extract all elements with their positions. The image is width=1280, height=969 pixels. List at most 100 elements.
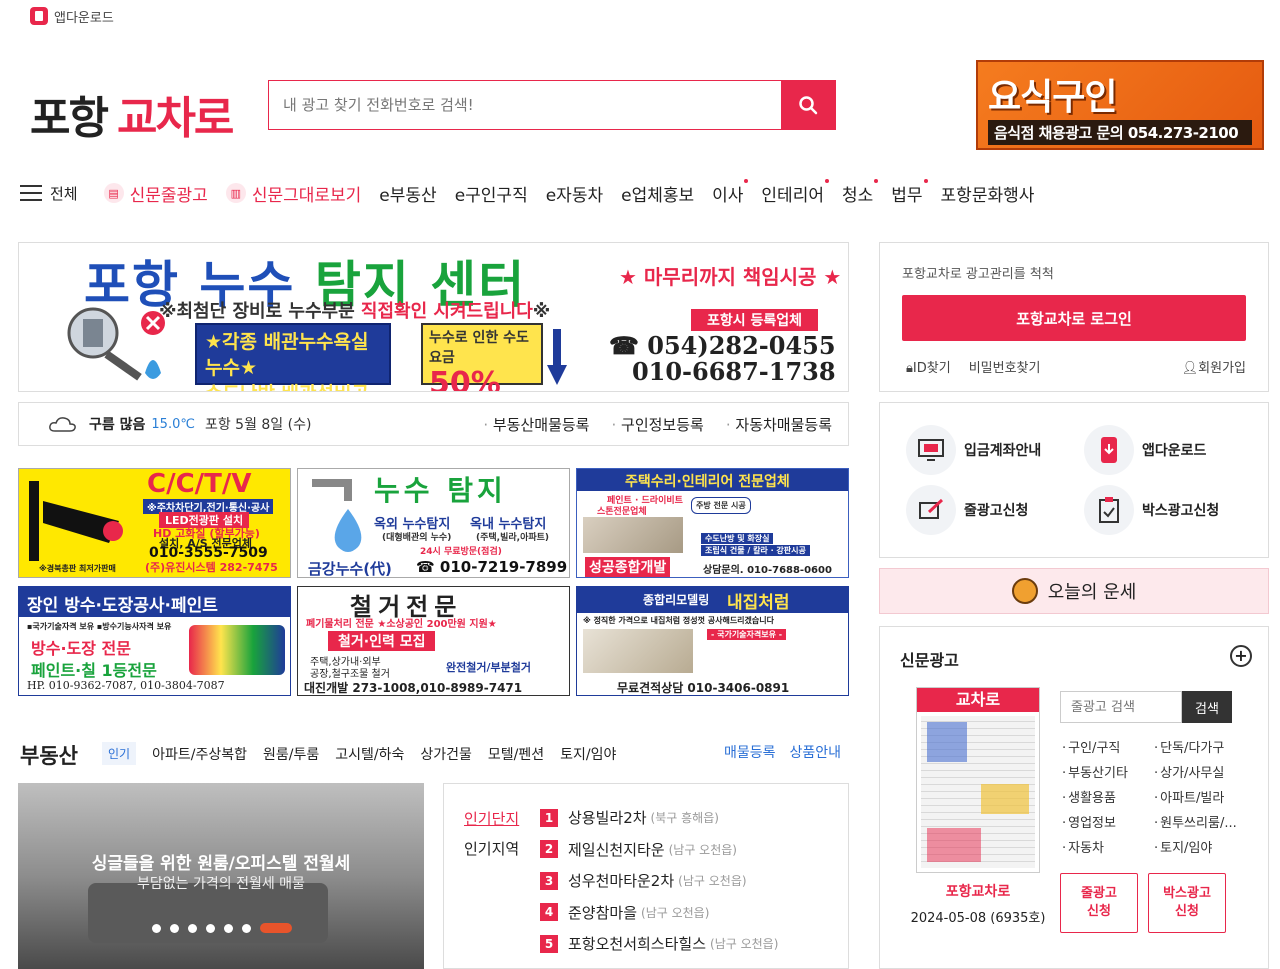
slider-dot[interactable] bbox=[170, 923, 179, 933]
edit-icon bbox=[906, 485, 956, 535]
top-banner-ad[interactable]: 요식구인 음식점 채용광고 문의 054.273-2100 bbox=[976, 60, 1264, 150]
tab-apartment[interactable]: 아파트/주상복합 bbox=[152, 744, 247, 764]
list-item[interactable]: 2 제일신천지타운 (남구 오천읍) bbox=[540, 834, 778, 866]
ad-demolition-line5: 공장,철구조물 철거 bbox=[310, 669, 390, 680]
find-id-link[interactable]: 🔒︎ID찾기 bbox=[906, 357, 951, 376]
slider-dot[interactable] bbox=[224, 923, 233, 933]
category-link[interactable]: 부동산기타 bbox=[1062, 762, 1154, 781]
tab-motel[interactable]: 모텔/펜션 bbox=[488, 744, 544, 764]
nav-item-cars[interactable]: e자동차 bbox=[546, 181, 603, 206]
line-ad-search-input[interactable] bbox=[1060, 691, 1182, 723]
category-link[interactable]: 원투쓰리룸/... bbox=[1154, 812, 1246, 831]
nav-item-business[interactable]: e업체홍보 bbox=[621, 181, 694, 206]
today-fortune-link[interactable]: 오늘의 운세 bbox=[879, 568, 1269, 614]
sub-c: ※ bbox=[532, 301, 551, 322]
rank-badge: 5 bbox=[540, 934, 558, 953]
logo-part2: 교차로 bbox=[116, 93, 234, 144]
join-link[interactable]: 👤︎회원가입 bbox=[1182, 357, 1246, 376]
nav-all-menu[interactable]: 전체 bbox=[20, 183, 78, 204]
category-link[interactable]: 생활용품 bbox=[1062, 787, 1154, 806]
weather-condition: 구름 많음 bbox=[89, 417, 146, 433]
listing-register-link[interactable]: 매물등록 bbox=[724, 742, 776, 762]
category-link[interactable]: 영업정보 bbox=[1062, 812, 1154, 831]
nav-newspaper-line-ads[interactable]: ▤ 신문줄광고 bbox=[103, 181, 208, 206]
tab-popular-region[interactable]: 인기지역 bbox=[464, 834, 519, 864]
thumbnail-block bbox=[927, 722, 967, 762]
category-link[interactable]: 단독/다가구 bbox=[1154, 737, 1246, 756]
plus-icon[interactable]: + bbox=[1230, 645, 1252, 667]
ad-leak-company: 금강누수(代) bbox=[308, 560, 392, 578]
ad-leak-detection[interactable]: 누수 탐지 옥외 누수탐지 옥내 누수탐지 (대형배관의 누수) (주택,빌라,… bbox=[297, 468, 570, 578]
line-ad-apply-button[interactable]: 줄광고 신청 bbox=[1060, 873, 1138, 933]
slider-dot[interactable] bbox=[206, 923, 215, 933]
nav-newspaper-view[interactable]: ▥ 신문그대로보기 bbox=[225, 181, 361, 206]
find-password-link[interactable]: 비밀번호찾기 bbox=[969, 357, 1041, 376]
app-download-link[interactable]: 앱다운로드 bbox=[30, 6, 114, 26]
ad-cctv-title: C/C/T/V bbox=[147, 469, 252, 499]
list-item[interactable]: 5 포항오천서희스타힐스 (남구 오천읍) bbox=[540, 928, 778, 960]
arrow-down-icon bbox=[547, 329, 567, 385]
water-drop-icon bbox=[312, 479, 362, 552]
nav-item-realestate[interactable]: e부동산 bbox=[379, 181, 436, 206]
popular-complex-panel: 인기단지 인기지역 1 상용빌라2차 (북구 흥해읍) 2 제일신천지타운 (남구 오천… bbox=[443, 783, 849, 969]
line-ad-search-button[interactable]: 검색 bbox=[1182, 691, 1232, 723]
tab-goshitel[interactable]: 고시텔/하숙 bbox=[335, 744, 404, 764]
register-realestate-link[interactable]: 부동산매물등록 bbox=[483, 414, 590, 435]
main-banner-ad[interactable]: 포항 누수 탐지 센터 ★ 마무리까지 책임시공 ★ ※최첨단 장비로 누수부분… bbox=[18, 242, 849, 392]
quick-deposit-account[interactable]: 입금계좌안내 bbox=[906, 425, 1041, 475]
quick-app-download[interactable]: 앱다운로드 bbox=[1084, 425, 1206, 475]
register-links: 부동산매물등록 구인정보등록 자동차매물등록 bbox=[483, 414, 832, 435]
tab-land[interactable]: 토지/임야 bbox=[560, 744, 616, 764]
ad-waterproof-phone: HP. 010-9362-7087, 010-3804-7087 bbox=[27, 679, 225, 692]
main-banner-phone: ☎ 054)282-0455 010-6687-1738 bbox=[609, 333, 836, 385]
main-banner-box1: ★각종 배관누수욕실누수★ 수도난방 배관설비공사 전문 bbox=[195, 323, 391, 391]
box-ad-apply-button[interactable]: 박스광고 신청 bbox=[1148, 873, 1226, 933]
nav-item-legal[interactable]: 법무 bbox=[891, 178, 928, 206]
tab-popular[interactable]: 인기 bbox=[102, 742, 137, 765]
register-job-link[interactable]: 구인정보등록 bbox=[611, 414, 704, 435]
lock-icon: 🔒︎ bbox=[906, 361, 913, 376]
site-logo[interactable]: 포항 교차로 bbox=[30, 82, 234, 146]
realestate-promo-slider[interactable]: 싱글들을 위한 원룸/오피스텔 전월세 부담없는 가격의 전월세 매물 bbox=[18, 783, 424, 969]
list-item[interactable]: 3 성우천마타운2차 (남구 오천읍) bbox=[540, 865, 778, 897]
search-input[interactable] bbox=[269, 81, 781, 129]
ad-remodeling[interactable]: 종합리모델링 내집처럼 ※ 정직한 가격으로 내집처럼 정성껏 공사해드리겠습니… bbox=[576, 586, 849, 696]
category-link[interactable]: 토지/임야 bbox=[1154, 837, 1246, 856]
complex-name: 성우천마타운2차 bbox=[568, 872, 675, 891]
newspaper-name[interactable]: 포항교차로 bbox=[900, 881, 1056, 901]
nav-item-culture[interactable]: 포항문화행사 bbox=[941, 181, 1035, 206]
ad-waterproof[interactable]: 장인 방수·도장공사·페인트 ▪국가기술자격 보유 ▪방수기능사자격 보유 방수… bbox=[18, 586, 291, 696]
ad-cctv[interactable]: C/C/T/V ※주차차단기,전기·통신·공사 LED전광판 설치 HD 고화질… bbox=[18, 468, 291, 578]
nav-item-cleaning[interactable]: 청소 bbox=[842, 178, 879, 206]
category-link[interactable]: 자동차 bbox=[1062, 837, 1154, 856]
quick-line-ad-apply[interactable]: 줄광고신청 bbox=[906, 485, 1028, 535]
slider-dot[interactable] bbox=[188, 923, 197, 933]
box1-line1: ★각종 배관누수욕실누수★ bbox=[205, 331, 369, 379]
tab-oneroom[interactable]: 원룸/투룸 bbox=[263, 744, 319, 764]
nav-item-interior[interactable]: 인테리어 bbox=[761, 178, 829, 206]
category-link[interactable]: 구인/구직 bbox=[1062, 737, 1154, 756]
list-item[interactable]: 4 준양참마을 (남구 오천읍) bbox=[540, 897, 778, 929]
category-link[interactable]: 상가/사무실 bbox=[1154, 762, 1246, 781]
newspaper-thumbnail[interactable]: 교차로 bbox=[916, 687, 1040, 873]
quick-box-ad-apply[interactable]: 박스광고신청 bbox=[1084, 485, 1219, 535]
promo-subtitle: 부담없는 가격의 전월세 매물 bbox=[137, 876, 305, 892]
slider-dot-active[interactable] bbox=[260, 923, 292, 933]
search-button[interactable] bbox=[781, 81, 835, 129]
ad-interior[interactable]: 주택수리·인테리어 전문업체 페인트 · 드라이비트 스톤전문업체 주방 전문 … bbox=[576, 468, 849, 578]
user-icon: 👤︎ bbox=[1181, 361, 1199, 376]
tab-popular-complex[interactable]: 인기단지 bbox=[464, 804, 519, 834]
tab-commercial[interactable]: 상가건물 bbox=[420, 744, 472, 764]
list-item[interactable]: 1 상용빌라2차 (북구 흥해읍) bbox=[540, 802, 778, 834]
login-button[interactable]: 포항교차로 로그인 bbox=[902, 295, 1246, 341]
nav-item-moving[interactable]: 이사 bbox=[712, 178, 749, 206]
nav-item-jobs[interactable]: e구인구직 bbox=[455, 181, 528, 206]
ad-demolition[interactable]: 철거전문 폐기물처리 전문 ★소상공인 200만원 지원★ 철거·인력 모집 주… bbox=[297, 586, 570, 696]
category-link[interactable]: 아파트/빌라 bbox=[1154, 787, 1246, 806]
product-info-link[interactable]: 상품안내 bbox=[790, 742, 842, 762]
ad-waterproof-line4: 페인트·칠 1등전문 bbox=[31, 661, 157, 680]
slider-dot[interactable] bbox=[242, 923, 251, 933]
fortune-label: 오늘의 운세 bbox=[1047, 582, 1137, 603]
register-car-link[interactable]: 자동차매물등록 bbox=[726, 414, 832, 435]
slider-dot[interactable] bbox=[152, 923, 161, 933]
